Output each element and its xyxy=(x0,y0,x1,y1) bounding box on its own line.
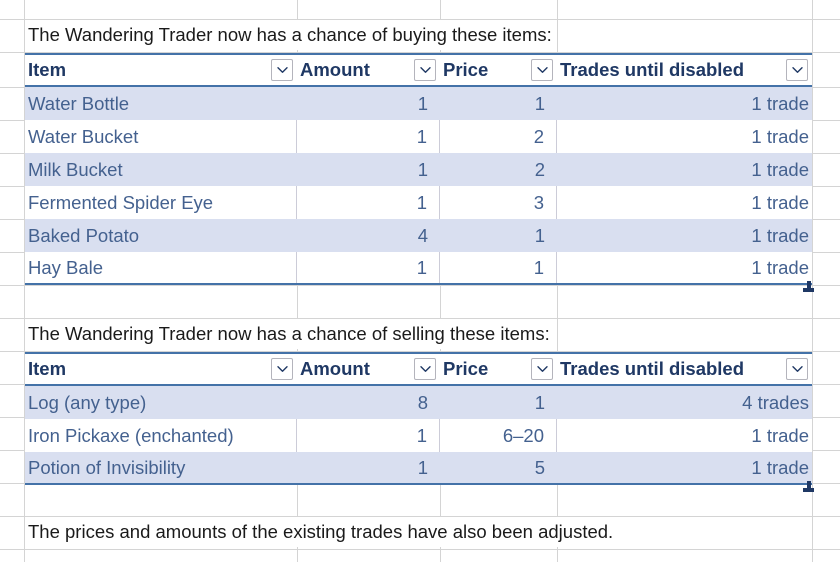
table-resize-handle[interactable] xyxy=(803,481,814,492)
cell-trades[interactable]: 1 trade xyxy=(557,252,812,283)
table-row[interactable]: Baked Potato 4 1 1 trade xyxy=(25,219,812,252)
table-resize-handle[interactable] xyxy=(803,281,814,292)
cell-price[interactable]: 3 xyxy=(440,186,557,219)
table-row[interactable]: Potion of Invisibility 1 5 1 trade xyxy=(25,452,812,485)
cell-price[interactable]: 6–20 xyxy=(440,419,557,452)
cell-item[interactable]: Baked Potato xyxy=(25,219,297,252)
column-header-item: Item xyxy=(25,55,297,85)
table-row[interactable]: Log (any type) 8 1 4 trades xyxy=(25,386,812,419)
cell-amount[interactable]: 1 xyxy=(297,153,440,186)
cell-amount[interactable]: 1 xyxy=(297,419,440,452)
buying-table: Item Amount Price Trades until disabled Wate… xyxy=(25,53,814,292)
cell-amount[interactable]: 1 xyxy=(297,120,440,153)
cell-price[interactable]: 2 xyxy=(440,120,557,153)
selling-table: Item Amount Price Trades until disabled Log … xyxy=(25,352,814,492)
column-header-trades: Trades until disabled xyxy=(557,55,812,85)
cell-trades[interactable]: 1 trade xyxy=(557,120,812,153)
cell-price[interactable]: 1 xyxy=(440,252,557,283)
closing-note-text: The prices and amounts of the existing t… xyxy=(25,517,614,547)
buying-intro-text: The Wandering Trader now has a chance of… xyxy=(25,20,552,50)
chevron-down-icon xyxy=(791,366,803,372)
cell-trades[interactable]: 4 trades xyxy=(557,386,812,419)
table-row[interactable]: Water Bottle 1 1 1 trade xyxy=(25,87,812,120)
column-header-label-amount: Amount xyxy=(300,59,370,80)
cell-amount[interactable]: 1 xyxy=(297,452,440,483)
filter-dropdown-item[interactable] xyxy=(271,358,293,380)
column-header-label-item: Item xyxy=(28,59,67,80)
buying-table-header-row: Item Amount Price Trades until disabled xyxy=(25,53,812,87)
column-header-label-price: Price xyxy=(443,358,489,379)
chevron-down-icon xyxy=(419,366,431,372)
table-row[interactable]: Iron Pickaxe (enchanted) 1 6–20 1 trade xyxy=(25,419,812,452)
filter-dropdown-amount[interactable] xyxy=(414,59,436,81)
filter-dropdown-price[interactable] xyxy=(531,358,553,380)
sheet-content: The Wandering Trader now has a chance of… xyxy=(0,0,840,562)
cell-item[interactable]: Potion of Invisibility xyxy=(25,452,297,483)
cell-item[interactable]: Log (any type) xyxy=(25,386,297,419)
cell-amount[interactable]: 1 xyxy=(297,87,440,120)
cell-item[interactable]: Hay Bale xyxy=(25,252,297,283)
cell-item[interactable]: Iron Pickaxe (enchanted) xyxy=(25,419,297,452)
filter-dropdown-trades[interactable] xyxy=(786,59,808,81)
column-header-label-trades: Trades until disabled xyxy=(560,59,745,80)
column-header-label-item: Item xyxy=(28,358,67,379)
cell-trades[interactable]: 1 trade xyxy=(557,419,812,452)
table-row[interactable]: Water Bucket 1 2 1 trade xyxy=(25,120,812,153)
column-header-item: Item xyxy=(25,354,297,384)
cell-price[interactable]: 1 xyxy=(440,87,557,120)
cell-amount[interactable]: 1 xyxy=(297,186,440,219)
cell-amount[interactable]: 8 xyxy=(297,386,440,419)
cell-item[interactable]: Fermented Spider Eye xyxy=(25,186,297,219)
column-header-label-amount: Amount xyxy=(300,358,370,379)
chevron-down-icon xyxy=(276,67,288,73)
filter-dropdown-trades[interactable] xyxy=(786,358,808,380)
cell-trades[interactable]: 1 trade xyxy=(557,153,812,186)
column-header-price: Price xyxy=(440,55,557,85)
cell-item[interactable]: Milk Bucket xyxy=(25,153,297,186)
selling-table-header-row: Item Amount Price Trades until disabled xyxy=(25,352,812,386)
column-header-label-trades: Trades until disabled xyxy=(560,358,745,379)
filter-dropdown-amount[interactable] xyxy=(414,358,436,380)
cell-item[interactable]: Water Bucket xyxy=(25,120,297,153)
cell-price[interactable]: 1 xyxy=(440,219,557,252)
chevron-down-icon xyxy=(536,366,548,372)
cell-amount[interactable]: 4 xyxy=(297,219,440,252)
table-row[interactable]: Fermented Spider Eye 1 3 1 trade xyxy=(25,186,812,219)
filter-dropdown-item[interactable] xyxy=(271,59,293,81)
cell-trades[interactable]: 1 trade xyxy=(557,219,812,252)
cell-trades[interactable]: 1 trade xyxy=(557,452,812,483)
selling-intro-text: The Wandering Trader now has a chance of… xyxy=(25,319,550,349)
cell-price[interactable]: 1 xyxy=(440,386,557,419)
cell-trades[interactable]: 1 trade xyxy=(557,87,812,120)
column-header-price: Price xyxy=(440,354,557,384)
cell-price[interactable]: 2 xyxy=(440,153,557,186)
column-header-amount: Amount xyxy=(297,55,440,85)
cell-amount[interactable]: 1 xyxy=(297,252,440,283)
chevron-down-icon xyxy=(791,67,803,73)
table-row[interactable]: Milk Bucket 1 2 1 trade xyxy=(25,153,812,186)
table-row[interactable]: Hay Bale 1 1 1 trade xyxy=(25,252,812,285)
chevron-down-icon xyxy=(536,67,548,73)
cell-item[interactable]: Water Bottle xyxy=(25,87,297,120)
column-header-amount: Amount xyxy=(297,354,440,384)
column-header-label-price: Price xyxy=(443,59,489,80)
filter-dropdown-price[interactable] xyxy=(531,59,553,81)
chevron-down-icon xyxy=(276,366,288,372)
cell-trades[interactable]: 1 trade xyxy=(557,186,812,219)
chevron-down-icon xyxy=(419,67,431,73)
column-header-trades: Trades until disabled xyxy=(557,354,812,384)
cell-price[interactable]: 5 xyxy=(440,452,557,483)
